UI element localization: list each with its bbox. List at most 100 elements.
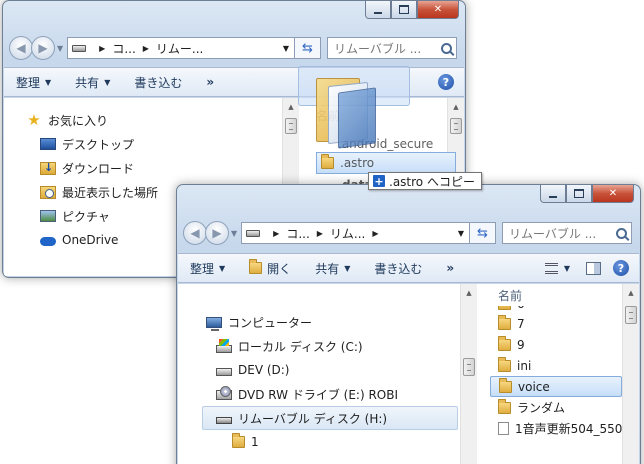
explorer-window-front: ✕ ◀ ▶ ▼ ▶ コ... ▶ リム... ▶ ▼ ⇆ リムーバブル ... … bbox=[176, 184, 641, 464]
more-commands-button[interactable]: » bbox=[446, 261, 454, 275]
organize-label: 整理 bbox=[190, 261, 215, 276]
breadcrumb-separator-icon[interactable]: ▶ bbox=[317, 229, 323, 238]
nav-item-label: ダウンロード bbox=[62, 161, 135, 176]
refresh-button[interactable]: ⇆ bbox=[470, 222, 496, 244]
address-bar[interactable]: ▶ コ... ▶ リムー... ▼ bbox=[67, 37, 295, 59]
ghost-file-astro: .astro bbox=[316, 152, 456, 174]
share-menu[interactable]: 共有 ▼ bbox=[315, 260, 350, 277]
back-button[interactable]: ◀ bbox=[9, 36, 33, 60]
scroll-thumb[interactable] bbox=[450, 118, 462, 134]
organize-menu[interactable]: 整理 ▼ bbox=[16, 74, 51, 91]
breadcrumb-removable[interactable]: リムー... bbox=[156, 40, 203, 57]
recent-pages-dropdown[interactable]: ▼ bbox=[57, 44, 63, 53]
breadcrumb-computer[interactable]: コ... bbox=[286, 225, 309, 242]
change-view-button[interactable]: ▼ bbox=[544, 262, 570, 274]
nav-item-desktop[interactable]: デスクトップ bbox=[26, 132, 300, 156]
burn-button[interactable]: 書き込む bbox=[374, 260, 422, 277]
more-commands-button[interactable]: » bbox=[206, 75, 214, 89]
scroll-thumb[interactable] bbox=[285, 118, 297, 134]
file-item-ini[interactable]: ini bbox=[478, 355, 622, 376]
nav-item-folder-1[interactable]: 1 bbox=[206, 430, 460, 454]
share-menu[interactable]: 共有 ▼ bbox=[75, 74, 110, 91]
nav-item-removable-disk-h[interactable]: リムーバブル ディスク (H:) bbox=[202, 406, 458, 430]
scroll-up-icon[interactable]: ▲ bbox=[283, 98, 299, 115]
close-button[interactable]: ✕ bbox=[417, 1, 459, 19]
computer-icon bbox=[206, 316, 222, 331]
nav-item-label: DVD RW ドライブ (E:) ROBI bbox=[238, 387, 398, 402]
file-item-6[interactable]: 6 bbox=[478, 306, 622, 313]
file-item-label: 6 bbox=[517, 306, 525, 311]
address-row: ◀ ▶ ▼ ▶ コ... ▶ リム... ▶ ▼ ⇆ リムーバブル ... bbox=[183, 220, 632, 246]
search-input[interactable]: リムーバブル ... bbox=[502, 222, 632, 244]
breadcrumb-computer[interactable]: コ... bbox=[112, 40, 135, 57]
file-item-voice-update[interactable]: 1音声更新504_550 bbox=[478, 418, 622, 439]
breadcrumb-separator-icon[interactable]: ▶ bbox=[143, 44, 149, 53]
scroll-thumb[interactable] bbox=[463, 358, 475, 376]
chevron-down-icon: ▼ bbox=[104, 77, 111, 87]
column-header-name[interactable]: 名前 bbox=[478, 284, 622, 306]
scroll-up-icon[interactable]: ▲ bbox=[623, 284, 639, 301]
help-icon[interactable]: ? bbox=[613, 260, 629, 276]
navigation-scrollbar[interactable]: ▲ bbox=[460, 284, 477, 464]
nav-item-label: ピクチャ bbox=[62, 209, 110, 224]
forward-button[interactable]: ▶ bbox=[205, 221, 229, 245]
chevron-down-icon: ▼ bbox=[219, 263, 226, 273]
breadcrumb-separator-icon[interactable]: ▶ bbox=[99, 44, 105, 53]
forward-button[interactable]: ▶ bbox=[31, 36, 55, 60]
recent-pages-dropdown[interactable]: ▼ bbox=[231, 229, 237, 238]
nav-item-downloads[interactable]: ダウンロード bbox=[26, 156, 300, 180]
close-button[interactable]: ✕ bbox=[592, 185, 634, 203]
breadcrumb-separator-icon[interactable]: ▶ bbox=[372, 229, 378, 238]
organize-menu[interactable]: 整理 ▼ bbox=[190, 260, 225, 277]
dragged-folder-icon bbox=[316, 70, 378, 150]
refresh-button[interactable]: ⇆ bbox=[295, 37, 321, 59]
nav-item-label: 最近表示した場所 bbox=[62, 185, 159, 200]
nav-item-label: リムーバブル ディスク (H:) bbox=[238, 411, 388, 426]
window-caption-buttons: ✕ bbox=[540, 185, 634, 203]
breadcrumb-separator-icon[interactable]: ▶ bbox=[273, 229, 279, 238]
breadcrumb-removable[interactable]: リム... bbox=[330, 225, 365, 242]
maximize-button[interactable] bbox=[566, 185, 592, 203]
removable-drive-icon bbox=[246, 229, 261, 237]
star-icon: ★ bbox=[27, 111, 41, 129]
chevron-down-icon: ▼ bbox=[344, 263, 351, 273]
nav-item-label: 1 bbox=[251, 435, 259, 449]
file-item-9[interactable]: 9 bbox=[478, 334, 622, 355]
folder-icon bbox=[498, 335, 511, 351]
nav-item-favorites[interactable]: ★ お気に入り bbox=[26, 108, 300, 132]
nav-item-local-disk-c[interactable]: ローカル ディスク (C:) bbox=[206, 334, 460, 358]
share-label: 共有 bbox=[75, 75, 100, 90]
search-input[interactable]: リムーバブル ... bbox=[327, 37, 457, 59]
address-dropdown-icon[interactable]: ▼ bbox=[453, 229, 469, 238]
file-item-voice[interactable]: voice bbox=[490, 376, 622, 397]
nav-item-computer[interactable]: コンピューター bbox=[206, 310, 460, 334]
scroll-up-icon[interactable]: ▲ bbox=[461, 284, 477, 301]
scroll-up-icon[interactable]: ▲ bbox=[448, 98, 464, 115]
burn-button[interactable]: 書き込む bbox=[134, 74, 182, 91]
share-label: 共有 bbox=[315, 261, 340, 276]
scroll-thumb[interactable] bbox=[625, 306, 637, 324]
nav-item-dvd-drive-e[interactable]: DVD RW ドライブ (E:) ROBI bbox=[206, 382, 460, 406]
navigation-pane: コンピューター ローカル ディスク (C:) DEV (D:) DVD RW ド… bbox=[178, 284, 460, 464]
preview-pane-icon[interactable] bbox=[586, 261, 601, 275]
folder-icon bbox=[232, 433, 245, 448]
open-button[interactable]: 開く bbox=[249, 259, 291, 277]
minimize-button[interactable] bbox=[365, 1, 391, 19]
file-item-label: 7 bbox=[517, 316, 525, 331]
address-bar[interactable]: ▶ コ... ▶ リム... ▶ ▼ bbox=[241, 222, 470, 244]
file-list-scrollbar[interactable]: ▲ bbox=[622, 284, 639, 464]
address-dropdown-icon[interactable]: ▼ bbox=[278, 44, 294, 53]
chevron-down-icon: ▼ bbox=[45, 77, 52, 87]
nav-item-label: OneDrive bbox=[62, 233, 119, 247]
file-item-label: ランダム bbox=[517, 401, 566, 415]
search-placeholder: リムーバブル ... bbox=[509, 226, 597, 241]
command-bar: 整理 ▼ 開く 共有 ▼ 書き込む » ▼ ? bbox=[178, 253, 639, 283]
help-icon[interactable]: ? bbox=[438, 74, 454, 90]
back-button[interactable]: ◀ bbox=[183, 221, 207, 245]
file-item-random[interactable]: ランダム bbox=[478, 397, 622, 418]
file-item-7[interactable]: 7 bbox=[478, 313, 622, 334]
folder-icon bbox=[498, 398, 511, 414]
maximize-button[interactable] bbox=[391, 1, 417, 19]
minimize-button[interactable] bbox=[540, 185, 566, 203]
nav-item-dev-d[interactable]: DEV (D:) bbox=[206, 358, 460, 382]
